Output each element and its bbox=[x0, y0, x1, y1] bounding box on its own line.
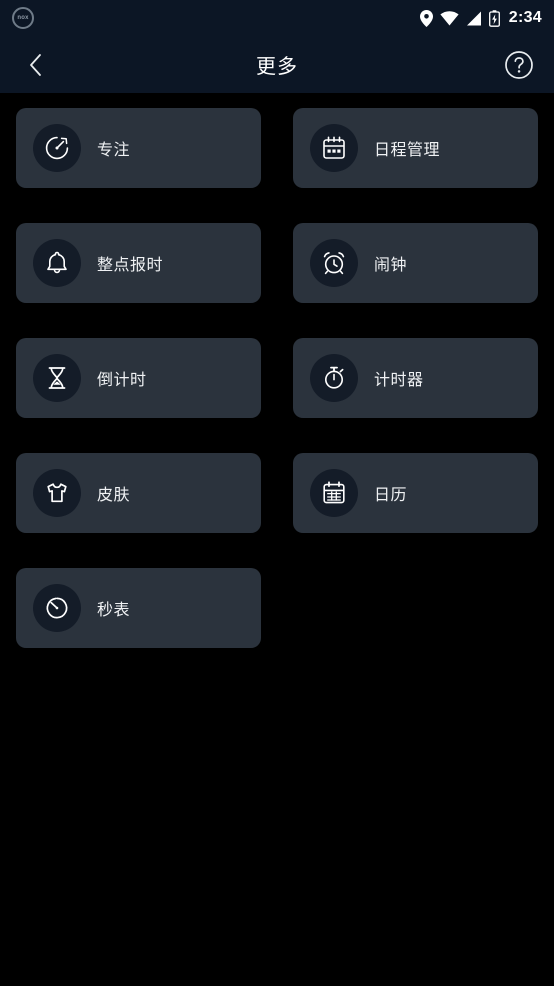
grid-item-label: 日程管理 bbox=[374, 142, 441, 159]
app-header: 更多 bbox=[0, 36, 554, 93]
location-pin-icon bbox=[419, 9, 433, 27]
schedule-calendar-icon bbox=[310, 124, 358, 172]
status-bar-indicators: 2:34 bbox=[419, 9, 542, 27]
wifi-icon bbox=[440, 10, 459, 26]
question-mark-circle-icon bbox=[504, 50, 534, 80]
grid-item-skin[interactable]: 皮肤 bbox=[16, 453, 261, 533]
grid-item-label: 专注 bbox=[97, 142, 131, 159]
grid-item-schedule[interactable]: 日程管理 bbox=[293, 108, 538, 188]
bell-icon bbox=[33, 239, 81, 287]
grid-item-label: 秒表 bbox=[97, 602, 131, 619]
back-button[interactable] bbox=[18, 48, 52, 82]
grid-item-focus[interactable]: 专注 bbox=[16, 108, 261, 188]
grid-item-label: 日历 bbox=[374, 487, 408, 504]
calendar-icon bbox=[310, 469, 358, 517]
status-bar: nox 2:34 bbox=[0, 0, 554, 36]
chevron-left-icon bbox=[28, 53, 43, 77]
grid-item-stopwatch[interactable]: 秒表 bbox=[16, 568, 261, 648]
grid-item-calendar[interactable]: 日历 bbox=[293, 453, 538, 533]
stopwatch-dial-icon bbox=[33, 584, 81, 632]
grid-item-label: 计时器 bbox=[374, 372, 424, 389]
help-button[interactable] bbox=[502, 48, 536, 82]
signal-bars-icon bbox=[466, 11, 482, 26]
focus-gauge-icon bbox=[33, 124, 81, 172]
grid-item-timer[interactable]: 计时器 bbox=[293, 338, 538, 418]
stopwatch-icon bbox=[310, 354, 358, 402]
page-title: 更多 bbox=[256, 56, 298, 78]
alarm-clock-icon bbox=[310, 239, 358, 287]
grid-item-label: 整点报时 bbox=[97, 257, 164, 274]
grid-item-label: 皮肤 bbox=[97, 487, 131, 504]
feature-grid: 专注 日程管理 整点报时 闹钟 倒计时 计时器 皮肤 日历 秒表 bbox=[16, 108, 538, 648]
tshirt-skin-icon bbox=[33, 469, 81, 517]
status-bar-clock: 2:34 bbox=[508, 9, 542, 26]
nox-circle-logo-icon: nox bbox=[12, 7, 34, 29]
more-features-page: 专注 日程管理 整点报时 闹钟 倒计时 计时器 皮肤 日历 秒表 bbox=[0, 93, 554, 986]
grid-item-label: 闹钟 bbox=[374, 257, 408, 274]
hourglass-icon bbox=[33, 354, 81, 402]
grid-item-countdown[interactable]: 倒计时 bbox=[16, 338, 261, 418]
grid-item-alarm[interactable]: 闹钟 bbox=[293, 223, 538, 303]
nox-logo-text: nox bbox=[17, 15, 29, 21]
grid-item-hourly-chime[interactable]: 整点报时 bbox=[16, 223, 261, 303]
grid-item-label: 倒计时 bbox=[97, 372, 147, 389]
battery-charging-icon bbox=[488, 9, 500, 27]
